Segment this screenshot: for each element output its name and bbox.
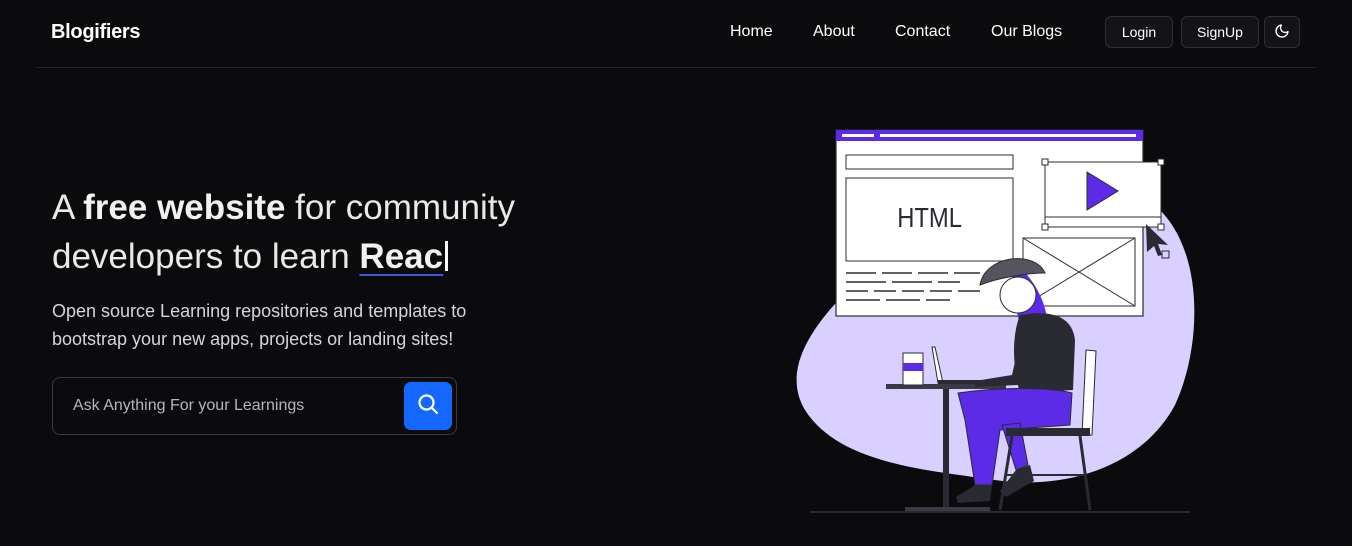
top-navbar: Blogifiers Home About Contact Our Blogs … (36, 0, 1315, 68)
illustration-html-label: HTML (897, 201, 962, 233)
moon-icon (1274, 23, 1290, 42)
nav-link-our-blogs[interactable]: Our Blogs (991, 23, 1062, 41)
signup-button[interactable]: SignUp (1181, 16, 1259, 48)
search-icon (416, 392, 440, 421)
brand-logo[interactable]: Blogifiers (51, 21, 141, 44)
hero-subtitle: Open source Learning repositories and te… (52, 301, 467, 349)
search-button[interactable] (404, 382, 452, 430)
nav-link-about[interactable]: About (813, 23, 855, 41)
search-bar (52, 377, 457, 435)
search-input[interactable] (53, 378, 393, 434)
hero-title: A free website for community developers … (52, 183, 612, 281)
typing-caret (445, 241, 449, 271)
developer-illustration: HTML (796, 129, 1195, 513)
login-button[interactable]: Login (1105, 16, 1173, 48)
hero-title-prefix: A (52, 188, 84, 227)
typed-word: Reac (359, 237, 444, 276)
nav-link-contact[interactable]: Contact (895, 23, 950, 41)
nav-link-home[interactable]: Home (730, 23, 773, 41)
hero-title-highlight: free website (83, 188, 286, 227)
theme-toggle-button[interactable] (1264, 16, 1300, 48)
